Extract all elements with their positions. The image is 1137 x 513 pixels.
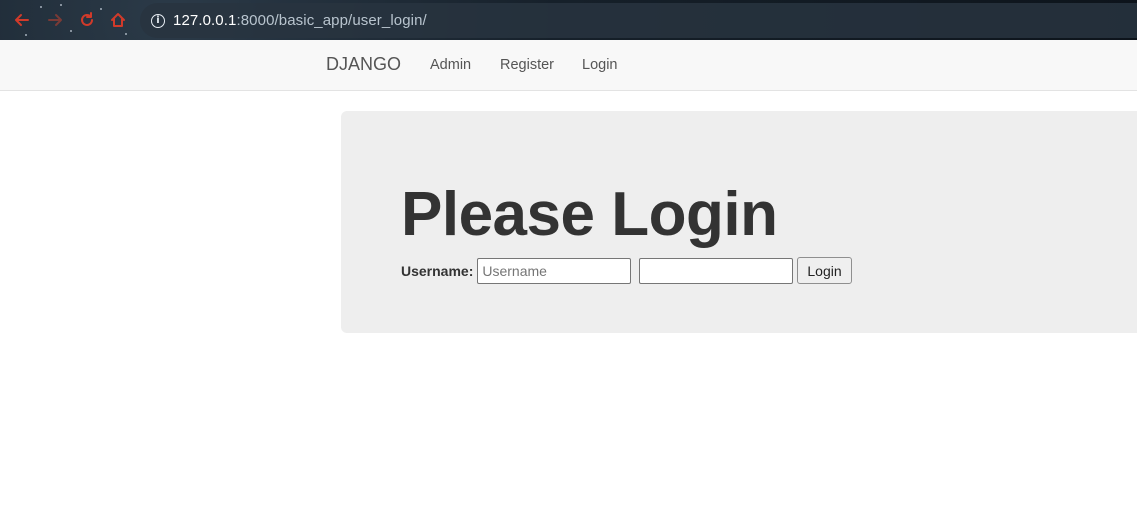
url-path: :8000/basic_app/user_login/ [236,12,427,29]
site-navbar: DJANGO Admin Register Login [0,40,1137,91]
username-label: Username: [401,262,474,279]
reload-icon[interactable] [77,10,97,30]
login-button[interactable]: Login [797,257,852,284]
nav-link-login[interactable]: Login [582,57,617,73]
nav-link-admin[interactable]: Admin [430,57,471,73]
url-text: 127.0.0.1:8000/basic_app/user_login/ [173,12,427,29]
username-input[interactable] [477,257,632,284]
browser-toolbar: i 127.0.0.1:8000/basic_app/user_login/ [0,0,1137,40]
login-jumbotron: Please Login Username: Login [341,111,1137,333]
info-icon[interactable]: i [151,13,165,28]
page-title: Please Login [401,180,778,249]
login-form: Username: Login [401,257,852,284]
address-bar[interactable]: i 127.0.0.1:8000/basic_app/user_login/ [140,3,1137,38]
back-icon[interactable] [12,10,32,30]
brand-link[interactable]: DJANGO [326,54,401,75]
password-input[interactable] [639,257,794,284]
url-host: 127.0.0.1 [173,12,237,29]
nav-link-register[interactable]: Register [500,57,554,73]
home-icon[interactable] [108,10,128,30]
forward-icon[interactable] [45,10,65,30]
